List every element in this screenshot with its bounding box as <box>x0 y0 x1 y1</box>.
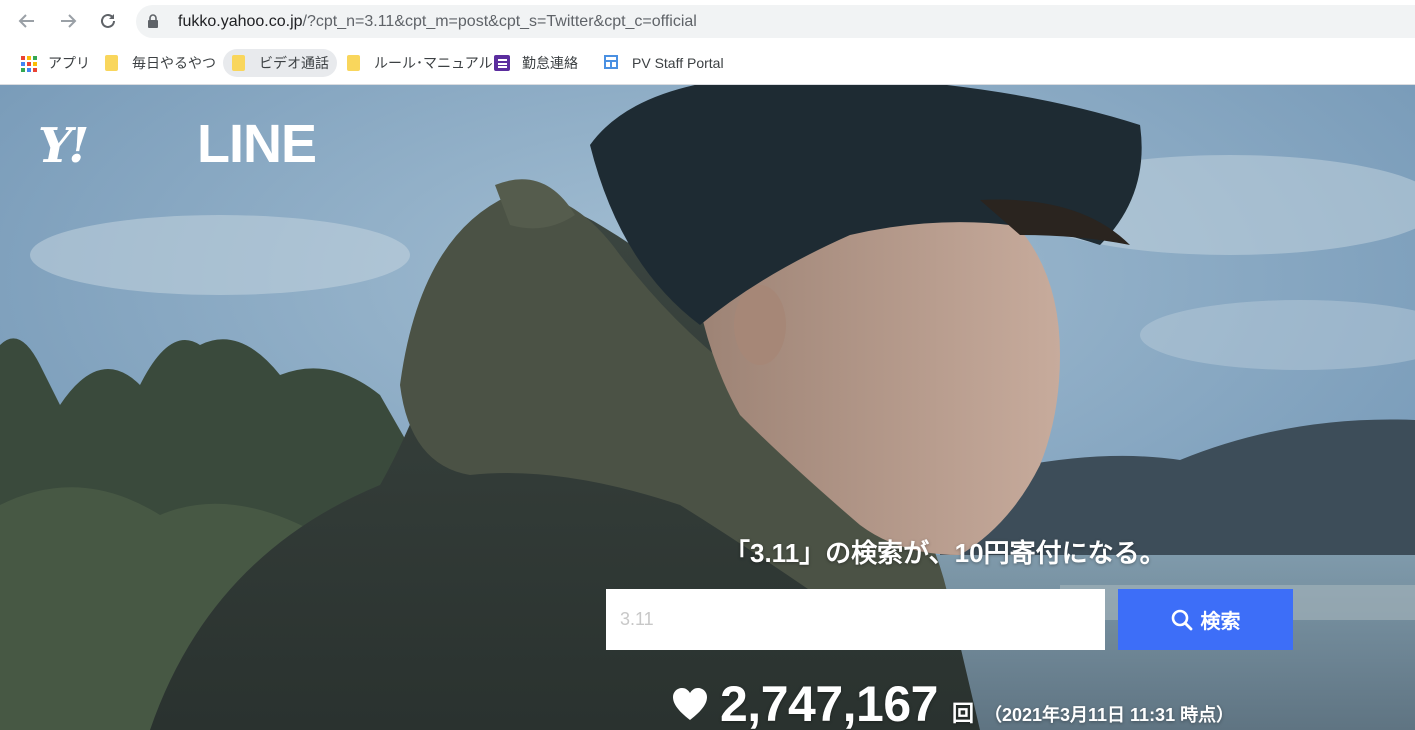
bookmark-label: 毎日やるやつ <box>132 55 216 71</box>
search-icon <box>1171 609 1193 631</box>
folder-icon <box>231 55 247 71</box>
bookmark-attendance[interactable]: 勤怠連絡 <box>486 49 586 77</box>
apps-grid-icon <box>20 55 37 72</box>
bookmark-label: ビデオ通話 <box>259 55 329 71</box>
folder-icon <box>104 55 120 71</box>
bookmarks-bar: アプリ 毎日やるやつ ビデオ通話 ルール･マニュアル 勤怠連絡 PV Staff… <box>0 42 1415 85</box>
lock-icon <box>147 14 159 34</box>
url-host: fukko.yahoo.co.jp <box>178 13 303 30</box>
portal-icon <box>604 55 620 71</box>
address-bar[interactable]: fukko.yahoo.co.jp/?cpt_n=3.11&cpt_m=post… <box>136 5 1415 38</box>
bookmark-mainichi[interactable]: 毎日やるやつ <box>96 49 224 77</box>
heart-icon <box>672 687 708 721</box>
line-logo: LINE <box>197 114 317 174</box>
folder-icon <box>346 55 362 71</box>
yahoo-logo: Y! <box>38 118 89 174</box>
url-path: /?cpt_n=3.11&cpt_m=post&cpt_s=Twitter&cp… <box>302 13 697 30</box>
bookmark-rules-manual[interactable]: ルール･マニュアル <box>338 49 501 77</box>
bookmark-label: PV Staff Portal <box>632 55 724 71</box>
campaign-tagline: 「3.11」の検索が、10円寄付になる。 <box>724 538 1166 568</box>
search-input[interactable] <box>606 589 1105 650</box>
hero-section: Y! LINE 「3.11」の検索が、10円寄付になる。 検索 2,747,16… <box>0 85 1415 730</box>
browser-toolbar: fukko.yahoo.co.jp/?cpt_n=3.11&cpt_m=post… <box>0 0 1415 42</box>
bookmark-label: ルール･マニュアル <box>374 55 493 71</box>
search-button[interactable]: 検索 <box>1118 589 1293 650</box>
bookmark-video-call[interactable]: ビデオ通話 <box>223 49 337 77</box>
bookmark-apps[interactable]: アプリ <box>12 49 98 77</box>
bookmark-pv-staff-portal[interactable]: PV Staff Portal <box>596 49 732 77</box>
url-text: fukko.yahoo.co.jp/?cpt_n=3.11&cpt_m=post… <box>178 13 697 31</box>
donation-count: 2,747,167 <box>720 676 938 730</box>
donation-counter: 2,747,167 回 （2021年3月11日 11:31 時点） <box>672 675 1234 730</box>
reload-icon[interactable] <box>96 9 120 33</box>
count-unit: 回 <box>951 701 974 726</box>
list-icon <box>494 55 510 71</box>
back-arrow-icon[interactable] <box>15 9 39 33</box>
search-button-label: 検索 <box>1200 611 1241 633</box>
count-timestamp: （2021年3月11日 11:31 時点） <box>983 705 1235 725</box>
bookmark-label: アプリ <box>48 55 90 71</box>
bookmark-label: 勤怠連絡 <box>522 55 578 71</box>
forward-arrow-icon[interactable] <box>56 9 80 33</box>
